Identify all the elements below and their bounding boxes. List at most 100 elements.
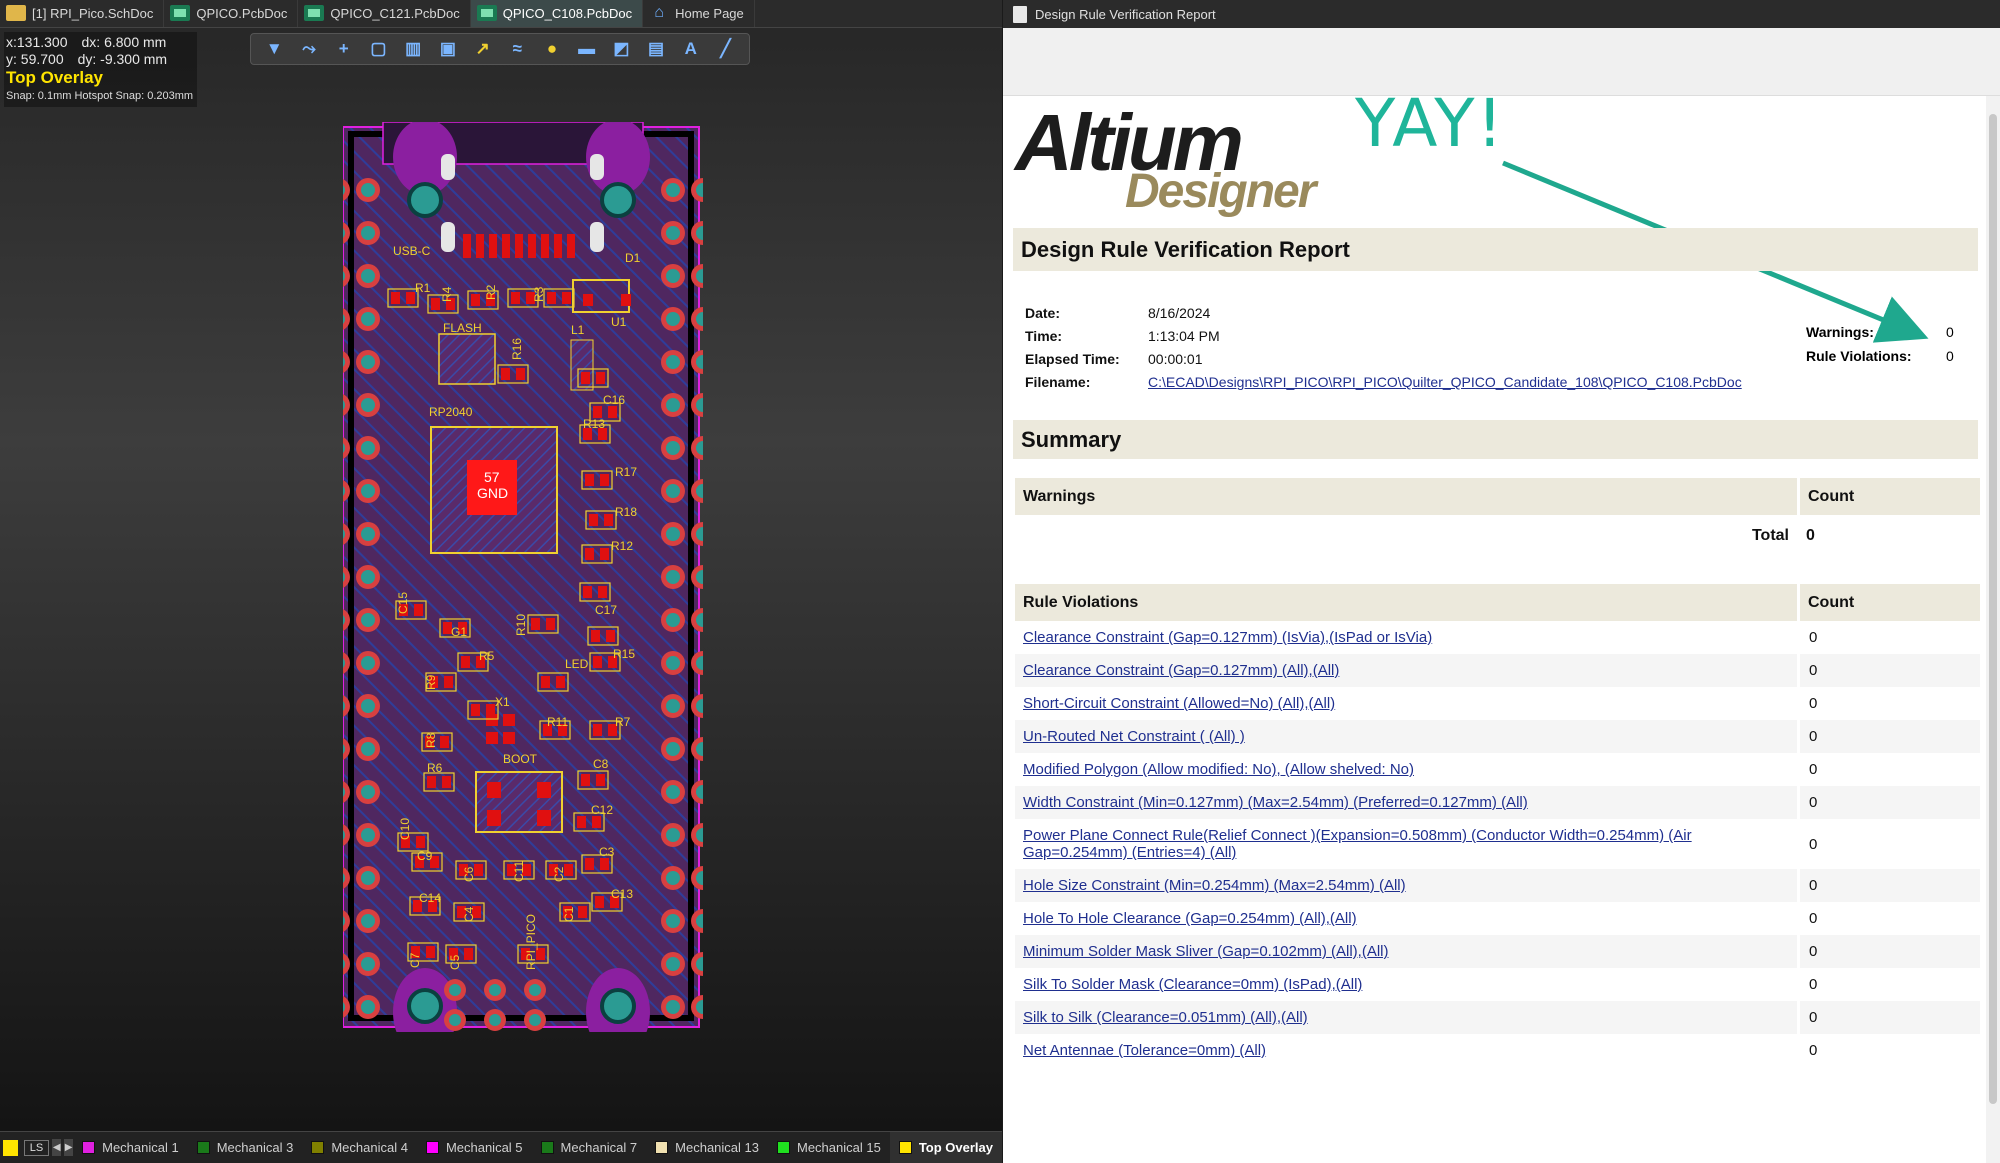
violation-rule-link[interactable]: Power Plane Connect Rule(Relief Connect … <box>1023 827 1692 861</box>
line-icon[interactable]: ╱ <box>713 37 737 61</box>
violation-rule-cell: Clearance Constraint (Gap=0.127mm) (All)… <box>1015 654 1797 687</box>
board-outline <box>343 126 700 1028</box>
layer-tab-6[interactable]: Mechanical 15 <box>768 1132 890 1163</box>
silk-c16: C16 <box>603 393 625 407</box>
smd-pad <box>581 372 590 384</box>
altium-logo: Altium Designer <box>1015 103 1316 217</box>
component-icon[interactable]: ▣ <box>436 37 460 61</box>
layer-tab-label: Top Overlay <box>918 1140 993 1155</box>
violation-rule-cell: Hole To Hole Clearance (Gap=0.254mm) (Al… <box>1015 902 1797 935</box>
select-rect-icon[interactable]: ▢ <box>366 37 390 61</box>
text-icon[interactable]: A <box>679 37 703 61</box>
via-icon[interactable]: ● <box>540 37 564 61</box>
layer-tab-4[interactable]: Mechanical 7 <box>532 1132 647 1163</box>
diff-pair-icon[interactable]: ≈ <box>505 37 529 61</box>
smd-pad <box>593 724 602 736</box>
cross-icon[interactable]: + <box>332 37 356 61</box>
violation-count: 0 <box>1797 935 1980 968</box>
violation-row: Hole Size Constraint (Min=0.254mm) (Max=… <box>1015 869 1980 902</box>
violation-row: Silk to Silk (Clearance=0.051mm) (All),(… <box>1015 1001 1980 1034</box>
y-coord: y: 59.700 <box>6 51 64 67</box>
smd-pad <box>391 292 400 304</box>
layer-color-swatch <box>311 1141 325 1154</box>
layer-set-button[interactable]: LS <box>23 1139 50 1156</box>
violation-rule-link[interactable]: Hole To Hole Clearance (Gap=0.254mm) (Al… <box>1023 910 1357 927</box>
layer-tab-5[interactable]: Mechanical 13 <box>646 1132 768 1163</box>
vertical-scrollbar[interactable] <box>1986 96 2000 1163</box>
interactive-route-icon[interactable]: ↗ <box>471 37 495 61</box>
smd-pad <box>427 776 436 788</box>
layer-tab-3[interactable]: Mechanical 5 <box>417 1132 532 1163</box>
violation-rule-link[interactable]: Width Constraint (Min=0.127mm) (Max=2.54… <box>1023 794 1528 811</box>
layer-tabs-bar: LS ◀ ▶ Mechanical 1 Mechanical 3 Mechanica… <box>0 1131 1002 1163</box>
silk-boot: BOOT <box>503 752 538 766</box>
silk-flash: FLASH <box>443 321 482 335</box>
violation-rule-link[interactable]: Net Antennae (Tolerance=0mm) (All) <box>1023 1042 1266 1059</box>
layer-tab-1[interactable]: Mechanical 3 <box>188 1132 303 1163</box>
doc-tab-1[interactable]: QPICO.PcbDoc <box>164 0 299 27</box>
fill-icon[interactable]: ▬ <box>575 37 599 61</box>
violation-rule-link[interactable]: Hole Size Constraint (Min=0.254mm) (Max=… <box>1023 877 1406 894</box>
filter-icon[interactable]: ▼ <box>262 37 286 61</box>
violation-count: 0 <box>1797 968 1980 1001</box>
violation-count: 0 <box>1797 1034 1980 1067</box>
filename-link[interactable]: C:\ECAD\Designs\RPI_PICO\RPI_PICO\Quilte… <box>1148 371 1742 394</box>
violation-rule-link[interactable]: Silk To Solder Mask (Clearance=0mm) (IsP… <box>1023 976 1362 993</box>
scrollbar-thumb[interactable] <box>1989 114 1997 1104</box>
silk-c7: C7 <box>408 952 422 968</box>
annotation-yay: YAY! <box>1355 85 1505 162</box>
scroll-left-icon[interactable]: ◀ <box>52 1139 62 1156</box>
layer-tab-0[interactable]: Mechanical 1 <box>73 1132 188 1163</box>
silk-led: LED <box>565 657 589 671</box>
layer-tab-2[interactable]: Mechanical 4 <box>302 1132 417 1163</box>
pcb-editor-pane[interactable]: [1] RPI_Pico.SchDoc QPICO.PcbDoc QPICO_C12… <box>0 0 1002 1163</box>
violations-col-header: Rule Violations <box>1015 584 1797 621</box>
smd-pad <box>471 704 480 716</box>
smd-pad <box>501 368 510 380</box>
violation-rule-link[interactable]: Minimum Solder Mask Sliver (Gap=0.102mm)… <box>1023 943 1389 960</box>
polygon-icon[interactable]: ◩ <box>609 37 633 61</box>
violation-rule-cell: Power Plane Connect Rule(Relief Connect … <box>1015 819 1797 869</box>
violation-count: 0 <box>1797 1001 1980 1034</box>
chart-icon[interactable]: ▥ <box>401 37 425 61</box>
violation-rule-link[interactable]: Modified Polygon (Allow modified: No), (… <box>1023 761 1414 778</box>
violation-row: Modified Polygon (Allow modified: No), (… <box>1015 753 1980 786</box>
doc-tab-2[interactable]: QPICO_C121.PcbDoc <box>298 0 471 27</box>
violation-rule-link[interactable]: Un-Routed Net Constraint ( (All) ) <box>1023 728 1245 745</box>
layer-tab-7[interactable]: Top Overlay <box>889 1131 1002 1163</box>
layer-color-swatch <box>655 1141 669 1154</box>
pcb-layout-graphic: USB-C D1 R1 R4 R2 R3 FLASH R16 L1 U1 C16… <box>343 122 703 1032</box>
silk-r8: R8 <box>424 732 438 748</box>
violation-rule-cell: Hole Size Constraint (Min=0.254mm) (Max=… <box>1015 869 1797 902</box>
smd-pad <box>585 548 594 560</box>
violation-row: Minimum Solder Mask Sliver (Gap=0.102mm)… <box>1015 935 1980 968</box>
silk-c11: C11 <box>512 861 526 882</box>
doc-tab-4[interactable]: ⌂ Home Page <box>643 0 755 27</box>
silk-c14: C14 <box>419 891 441 905</box>
warnings-total-value: 0 <box>1806 527 1815 544</box>
smd-pad <box>577 816 586 828</box>
dimension-icon[interactable]: ▤ <box>644 37 668 61</box>
smd-pad <box>431 298 440 310</box>
route-icon[interactable]: ⤳ <box>297 37 321 61</box>
silk-r2: R2 <box>484 284 498 300</box>
pcb-icon <box>476 5 497 21</box>
silk-c6: C6 <box>462 866 476 882</box>
doc-tab-0[interactable]: [1] RPI_Pico.SchDoc <box>0 0 165 27</box>
violation-rule-link[interactable]: Clearance Constraint (Gap=0.127mm) (IsVi… <box>1023 629 1432 646</box>
violation-rule-cell: Modified Polygon (Allow modified: No), (… <box>1015 753 1797 786</box>
silk-c15: C15 <box>396 592 410 614</box>
layer-tab-list: Mechanical 1 Mechanical 3 Mechanical 4 Mech… <box>73 1131 1002 1163</box>
violation-rule-cell: Un-Routed Net Constraint ( (All) ) <box>1015 720 1797 753</box>
current-layer-swatch[interactable] <box>3 1139 18 1156</box>
violation-rule-link[interactable]: Short-Circuit Constraint (Allowed=No) (A… <box>1023 695 1335 712</box>
smd-pad <box>583 586 592 598</box>
violation-rule-link[interactable]: Silk to Silk (Clearance=0.051mm) (All),(… <box>1023 1009 1308 1026</box>
scroll-right-icon[interactable]: ▶ <box>64 1139 74 1156</box>
violation-row: Clearance Constraint (Gap=0.127mm) (All)… <box>1015 654 1980 687</box>
violation-count: 0 <box>1797 902 1980 935</box>
doc-tab-3[interactable]: QPICO_C108.PcbDoc <box>470 0 644 27</box>
violation-rule-link[interactable]: Clearance Constraint (Gap=0.127mm) (All)… <box>1023 662 1339 679</box>
pcb-board[interactable]: USB-C D1 R1 R4 R2 R3 FLASH R16 L1 U1 C16… <box>343 122 703 1032</box>
warnings-total-label: Total <box>1751 527 1789 544</box>
